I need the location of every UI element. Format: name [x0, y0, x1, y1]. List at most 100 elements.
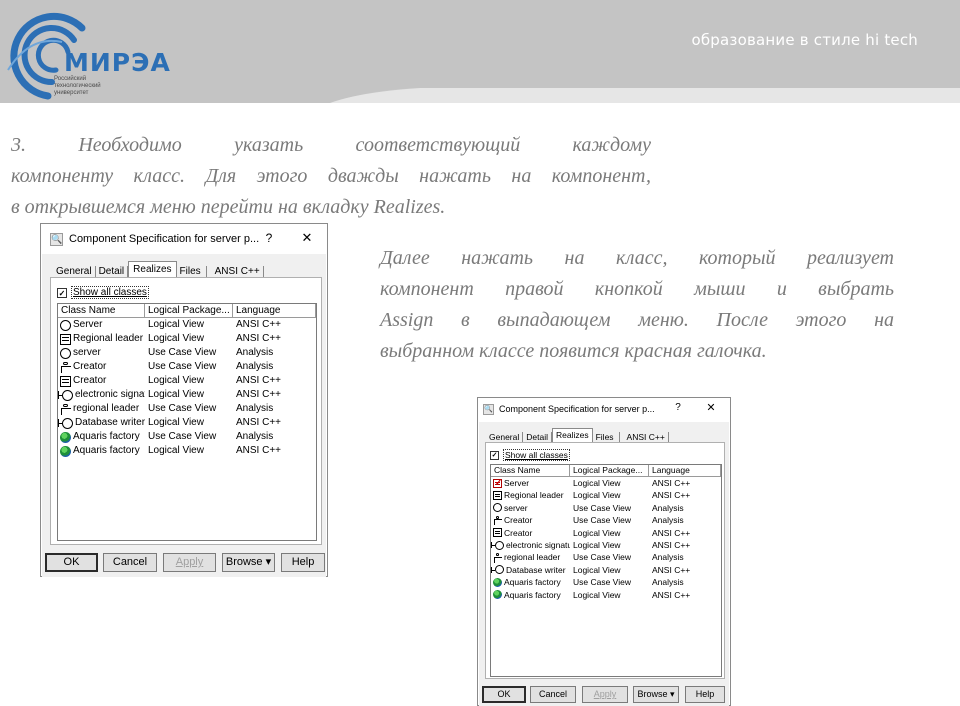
tab-detail[interactable]: Detail [96, 266, 129, 277]
ok-button[interactable]: OK [482, 686, 526, 703]
apply-button[interactable]: Apply [163, 553, 216, 572]
class-name-text: regional leader [73, 403, 140, 414]
help-question-button[interactable]: ? [673, 402, 683, 413]
tab-general[interactable]: General [53, 266, 96, 277]
class-name-text: Database writer [506, 564, 566, 575]
interface-circle-icon [491, 565, 504, 575]
paragraph-line: 3. Необходимо указать соответствующий ка… [11, 134, 651, 156]
show-all-classes-checkbox[interactable]: ✓ [57, 287, 67, 298]
table-row[interactable]: Creator Use Case View Analysis [491, 514, 721, 526]
cell-language: ANSI C++ [652, 589, 691, 600]
class-icon [60, 375, 71, 387]
apply-button[interactable]: Apply [582, 686, 628, 703]
tab-realizes[interactable]: Realizes [551, 428, 593, 442]
cell-logical-package: Logical View [148, 333, 204, 344]
interface-circle-icon [58, 417, 73, 429]
ok-button[interactable]: OK [45, 553, 98, 572]
cell-logical-package: Use Case View [148, 361, 217, 372]
table-row[interactable]: Aquaris factory Logical View ANSI C++ [491, 589, 721, 601]
table-row[interactable]: Creator Logical View ANSI C++ [491, 527, 721, 539]
show-all-classes-row[interactable]: ✓ Show all classes [490, 449, 570, 461]
column-class-name[interactable]: Class Name [58, 304, 145, 317]
tagline: образование в стиле hi tech [691, 31, 918, 49]
cell-language: Analysis [236, 347, 274, 358]
class-name-text: Server [504, 478, 530, 488]
table-row[interactable]: server Use Case View Analysis [491, 502, 721, 514]
column-language[interactable]: Language [649, 465, 721, 476]
actor-icon [493, 515, 503, 526]
close-button[interactable]: ✕ [299, 230, 315, 246]
tab-ansi-cpp[interactable]: ANSI C++ [207, 266, 264, 277]
cell-language: Analysis [652, 577, 684, 588]
cell-class-name: Aquaris factory [491, 576, 570, 588]
list-rows: ✓ Server Logical View ANSI C++ Regional lead… [491, 477, 721, 601]
table-row[interactable]: Regional leader Logical View ANSI C++ [58, 332, 316, 346]
cell-class-name: Aquaris factory [58, 430, 145, 444]
cancel-button[interactable]: Cancel [103, 553, 157, 572]
class-list[interactable]: Class Name Logical Package... Language S… [57, 303, 317, 541]
cell-logical-package: Use Case View [148, 431, 217, 442]
component-spec-dialog-1: 🔍 Component Specification for server p..… [40, 223, 328, 577]
component-circle-icon [60, 347, 71, 359]
tab-detail[interactable]: Detail [523, 432, 552, 442]
list-rows: Server Logical View ANSI C++ Regional leade… [58, 318, 316, 458]
cell-language: ANSI C++ [236, 445, 282, 456]
table-row[interactable]: Database writer Logical View ANSI C++ [58, 416, 316, 430]
class-name-text: Server [73, 319, 103, 330]
table-row[interactable]: Aquaris factory Use Case View Analysis [491, 576, 721, 588]
browse-button[interactable]: Browse ▾ [633, 686, 679, 703]
class-name-text: Creator [73, 361, 107, 372]
table-row[interactable]: electronic signaturLogical View ANSI C++ [58, 388, 316, 402]
table-row[interactable]: Creator Logical View ANSI C++ [58, 374, 316, 388]
class-list[interactable]: Class Name Logical Package... Language ✓… [490, 464, 722, 677]
cancel-button[interactable]: Cancel [530, 686, 576, 703]
table-row[interactable]: server Use Case View Analysis [58, 346, 316, 360]
cell-logical-package: Logical View [573, 490, 621, 501]
table-row[interactable]: Regional leader Logical View ANSI C++ [491, 489, 721, 501]
table-row[interactable]: ✓ Server Logical View ANSI C++ [491, 477, 721, 489]
table-row[interactable]: Database writer Logical View ANSI C++ [491, 564, 721, 576]
tab-files[interactable]: Files [177, 266, 207, 277]
table-row[interactable]: Aquaris factory Logical View ANSI C++ [58, 444, 316, 458]
interface-circle-icon [58, 389, 73, 401]
cell-logical-package: Logical View [573, 564, 621, 575]
help-button[interactable]: Help [281, 553, 325, 572]
show-all-classes-checkbox[interactable]: ✓ [490, 450, 499, 460]
button-bar: OK Cancel Apply Browse ▾ Help [479, 682, 729, 706]
close-button[interactable]: ✕ [704, 401, 718, 414]
column-language[interactable]: Language [233, 304, 316, 317]
cell-logical-package: Logical View [148, 319, 204, 330]
dialog-title: Component Specification for server p... [499, 404, 655, 414]
table-row[interactable]: Server Logical View ANSI C++ [58, 318, 316, 332]
class-name-text: Creator [504, 515, 533, 526]
help-button[interactable]: Help [685, 686, 725, 703]
help-question-button[interactable]: ? [263, 231, 275, 245]
cell-class-name: ✓ Server [491, 477, 570, 489]
cell-language: ANSI C++ [652, 490, 691, 501]
column-logical-package[interactable]: Logical Package... [145, 304, 233, 317]
cell-logical-package: Use Case View [573, 502, 631, 513]
table-row[interactable]: regional leader Use Case View Analysis [58, 402, 316, 416]
table-row[interactable]: regional leader Use Case View Analysis [491, 551, 721, 563]
component-spec-dialog-2: 🔍 Component Specification for server p..… [477, 397, 731, 706]
cell-language: ANSI C++ [652, 564, 691, 575]
show-all-classes-row[interactable]: ✓ Show all classes [57, 286, 149, 299]
header-band: МИРЭА Российский технологический универс… [0, 0, 960, 103]
table-row[interactable]: Aquaris factory Use Case View Analysis [58, 430, 316, 444]
column-logical-package[interactable]: Logical Package... [570, 465, 649, 476]
mirea-logo: МИРЭА Российский технологический универс… [0, 0, 230, 103]
tab-realizes[interactable]: Realizes [128, 261, 177, 277]
browse-button[interactable]: Browse ▾ [222, 553, 275, 572]
tab-files[interactable]: Files [593, 432, 620, 442]
class-name-text: Aquaris factory [504, 577, 561, 588]
cell-class-name: Creator [58, 360, 145, 374]
column-class-name[interactable]: Class Name [491, 465, 570, 476]
tab-general[interactable]: General [486, 432, 524, 442]
cell-language: ANSI C++ [236, 375, 282, 386]
dialog-body: General Detail Realizes Files ANSI C++ ✓… [42, 254, 326, 548]
table-row[interactable]: Creator Use Case View Analysis [58, 360, 316, 374]
class-name-text: Regional leader [504, 490, 564, 501]
table-row[interactable]: electronic signaturLogical View ANSI C++ [491, 539, 721, 551]
tab-ansi-cpp[interactable]: ANSI C++ [620, 432, 669, 442]
cell-language: Analysis [236, 431, 274, 442]
